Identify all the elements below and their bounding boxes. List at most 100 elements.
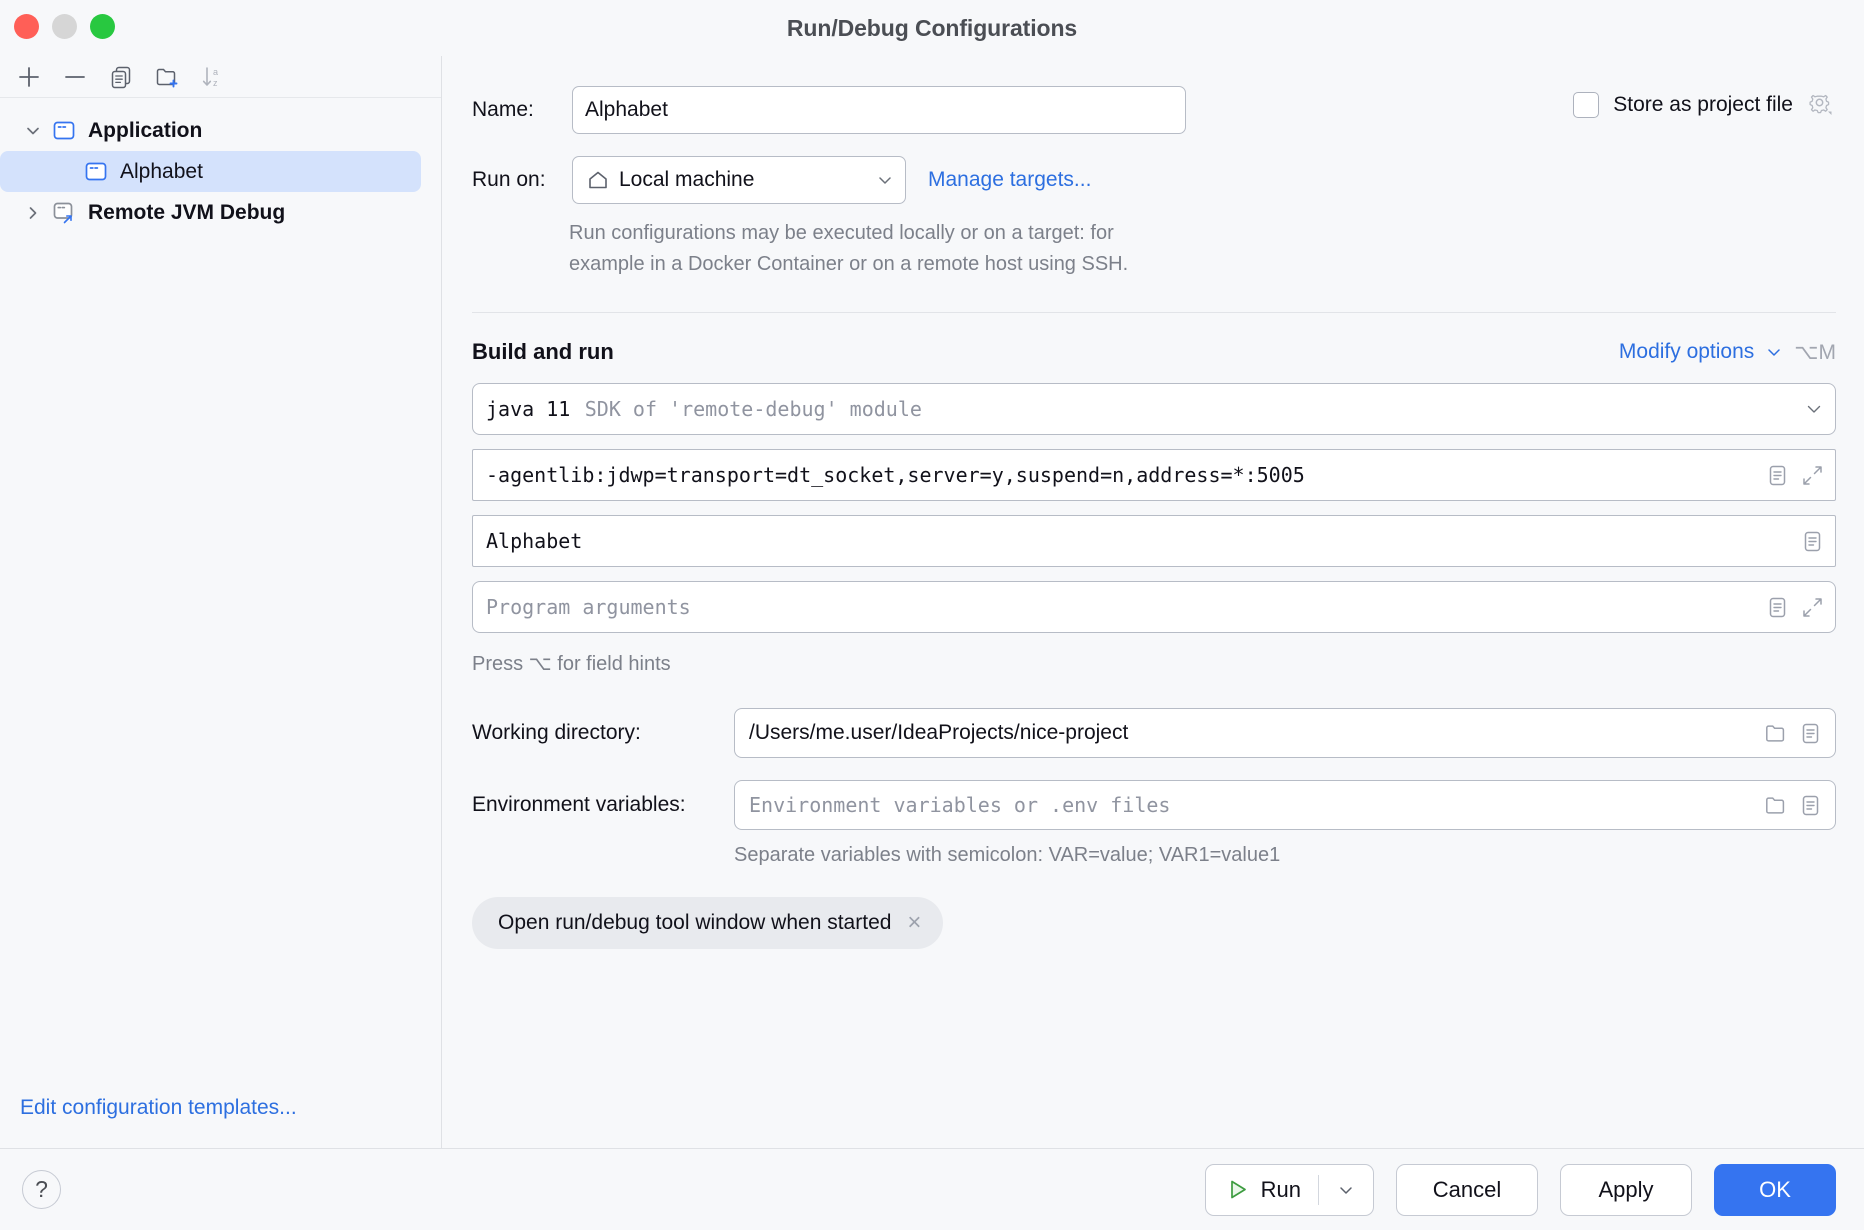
- application-icon: [52, 118, 78, 144]
- cancel-button[interactable]: Cancel: [1396, 1164, 1538, 1216]
- configuration-form: Name: Alphabet Store as project file: [442, 56, 1864, 1148]
- run-on-row: Run on: Local machine Manage targets...: [472, 156, 1836, 204]
- name-input[interactable]: Alphabet: [572, 86, 1186, 134]
- environment-variables-note: Separate variables with semicolon: VAR=v…: [734, 844, 1864, 867]
- edit-configuration-templates-link[interactable]: Edit configuration templates...: [20, 1096, 297, 1119]
- insert-macro-icon[interactable]: [1800, 529, 1825, 554]
- chevron-right-icon[interactable]: [22, 202, 44, 224]
- play-icon: [1225, 1177, 1250, 1202]
- close-window-button[interactable]: [14, 14, 39, 39]
- store-as-project-file-row: Store as project file: [1573, 90, 1836, 119]
- copy-configuration-button[interactable]: [100, 59, 142, 95]
- tree-item-alphabet[interactable]: Alphabet: [0, 151, 421, 192]
- gear-icon[interactable]: [1807, 90, 1836, 119]
- insert-macro-icon[interactable]: [1798, 721, 1823, 746]
- main-class-input[interactable]: Alphabet: [472, 515, 1836, 567]
- run-on-description: Run configurations may be executed local…: [569, 218, 1209, 280]
- environment-variables-placeholder: Environment variables or .env files: [749, 793, 1755, 817]
- chevron-down-icon[interactable]: [1803, 398, 1825, 420]
- run-debug-configurations-dialog: Run/Debug Configurations: [0, 0, 1864, 1230]
- run-button[interactable]: Run: [1206, 1165, 1318, 1215]
- run-button-label: Run: [1261, 1177, 1301, 1203]
- chevron-down-icon[interactable]: [22, 120, 44, 142]
- modify-options-shortcut: ⌥M: [1794, 340, 1836, 365]
- modify-options-group: Modify options ⌥M: [1619, 340, 1836, 365]
- home-icon: [586, 168, 610, 192]
- environment-variables-row: Environment variables: Environment varia…: [472, 780, 1836, 830]
- jdk-dropdown[interactable]: java 11 SDK of 'remote-debug' module: [472, 383, 1836, 435]
- chip-open-run-debug-tool-window[interactable]: Open run/debug tool window when started …: [472, 897, 943, 949]
- program-arguments-input[interactable]: Program arguments: [472, 581, 1836, 633]
- add-configuration-button[interactable]: [8, 59, 50, 95]
- build-and-run-header: Build and run Modify options ⌥M: [472, 339, 1836, 365]
- svg-text:a: a: [213, 67, 218, 77]
- remove-configuration-button[interactable]: [54, 59, 96, 95]
- working-directory-value: /Users/me.user/IdeaProjects/nice-project: [749, 721, 1755, 745]
- svg-text:z: z: [213, 78, 218, 88]
- configurations-tree: Application Alphabet: [0, 98, 441, 1096]
- ok-button[interactable]: OK: [1714, 1164, 1836, 1216]
- build-and-run-fields: java 11 SDK of 'remote-debug' module -ag…: [472, 383, 1836, 647]
- store-as-project-file-label: Store as project file: [1613, 93, 1793, 117]
- tree-item-label: Alphabet: [120, 160, 203, 184]
- program-arguments-placeholder: Program arguments: [486, 595, 1757, 619]
- main-class-value: Alphabet: [486, 529, 1792, 553]
- name-input-value: Alphabet: [585, 98, 668, 122]
- browse-folder-icon[interactable]: [1763, 721, 1788, 746]
- tree-item-label: Remote JVM Debug: [88, 201, 285, 225]
- chevron-down-icon[interactable]: [1764, 342, 1784, 362]
- browse-folder-icon[interactable]: [1763, 793, 1788, 818]
- environment-variables-label: Environment variables:: [472, 793, 734, 817]
- configurations-sidebar: a z Application: [0, 56, 442, 1148]
- insert-macro-icon[interactable]: [1765, 463, 1790, 488]
- run-button-dropdown[interactable]: [1319, 1165, 1373, 1215]
- section-divider: [472, 312, 1836, 313]
- jdk-detail: SDK of 'remote-debug' module: [585, 397, 922, 421]
- run-on-dropdown[interactable]: Local machine: [572, 156, 906, 204]
- sidebar-toolbar: a z: [0, 56, 441, 98]
- working-directory-input[interactable]: /Users/me.user/IdeaProjects/nice-project: [734, 708, 1836, 758]
- name-label: Name:: [472, 98, 572, 122]
- apply-button[interactable]: Apply: [1560, 1164, 1692, 1216]
- options-chips: Open run/debug tool window when started …: [472, 897, 1864, 949]
- dialog-title: Run/Debug Configurations: [787, 15, 1077, 42]
- sidebar-footer: Edit configuration templates...: [0, 1096, 441, 1148]
- expand-icon[interactable]: [1800, 595, 1825, 620]
- field-hints-text: Press ⌥ for field hints: [472, 651, 1864, 676]
- environment-variables-input[interactable]: Environment variables or .env files: [734, 780, 1836, 830]
- zoom-window-button[interactable]: [90, 14, 115, 39]
- vm-options-value: -agentlib:jdwp=transport=dt_socket,serve…: [486, 463, 1757, 487]
- modify-options-link[interactable]: Modify options: [1619, 340, 1754, 364]
- application-icon: [84, 159, 110, 185]
- form-top: Name: Alphabet Store as project file: [442, 56, 1864, 280]
- minimize-window-button[interactable]: [52, 14, 77, 39]
- vm-options-input[interactable]: -agentlib:jdwp=transport=dt_socket,serve…: [472, 449, 1836, 501]
- help-button[interactable]: ?: [22, 1170, 61, 1209]
- build-and-run-title: Build and run: [472, 339, 614, 365]
- insert-macro-icon[interactable]: [1798, 793, 1823, 818]
- sort-alphabetically-button[interactable]: a z: [192, 59, 234, 95]
- chevron-down-icon[interactable]: [875, 170, 895, 190]
- dialog-body: a z Application: [0, 56, 1864, 1148]
- chip-label: Open run/debug tool window when started: [498, 911, 891, 935]
- working-directory-label: Working directory:: [472, 721, 734, 745]
- store-as-project-file-checkbox[interactable]: [1573, 92, 1599, 118]
- dialog-footer: ? Run Cancel Apply OK: [0, 1148, 1864, 1230]
- run-on-label: Run on:: [472, 168, 572, 192]
- run-on-description-line2: example in a Docker Container or on a re…: [569, 249, 1209, 280]
- manage-targets-link[interactable]: Manage targets...: [928, 168, 1091, 192]
- tree-item-label: Application: [88, 119, 202, 143]
- jdk-name: java 11: [486, 397, 570, 421]
- footer-buttons: Run Cancel Apply OK: [1205, 1164, 1836, 1216]
- expand-icon[interactable]: [1800, 463, 1825, 488]
- close-icon[interactable]: ×: [907, 911, 921, 935]
- insert-macro-icon[interactable]: [1765, 595, 1790, 620]
- run-on-value: Local machine: [619, 168, 866, 192]
- remote-debug-icon: [52, 200, 78, 226]
- run-button-group: Run: [1205, 1164, 1374, 1216]
- tree-group-application[interactable]: Application: [0, 110, 421, 151]
- window-controls: [14, 14, 115, 39]
- title-bar: Run/Debug Configurations: [0, 0, 1864, 56]
- tree-group-remote-jvm-debug[interactable]: Remote JVM Debug: [0, 192, 421, 233]
- new-folder-button[interactable]: [146, 59, 188, 95]
